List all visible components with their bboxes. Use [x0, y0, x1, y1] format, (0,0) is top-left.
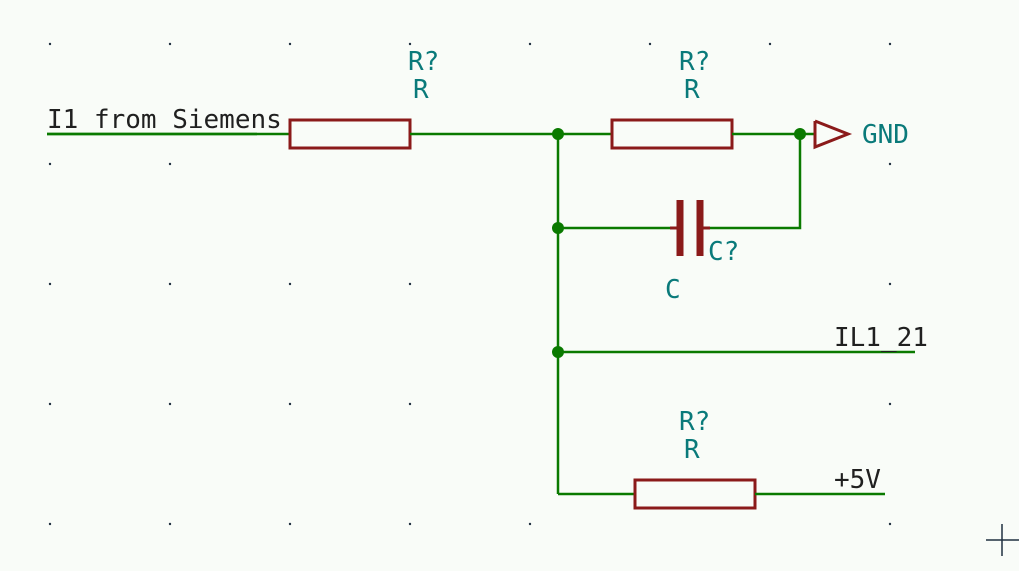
gnd-label: GND [862, 120, 909, 150]
c1-ref: C? [708, 237, 739, 267]
gnd-symbol[interactable]: GND [800, 120, 909, 150]
c1-value: C [665, 275, 681, 305]
net-label-input[interactable]: I1_from_Siemens [47, 105, 282, 135]
capacitor-c1[interactable]: C? C [665, 200, 739, 305]
origin-marker [986, 524, 1019, 556]
net-label-power[interactable]: +5V [830, 465, 885, 495]
resistor-r2[interactable]: R? R [612, 47, 732, 148]
r1-value: R [413, 75, 429, 105]
resistor-r3[interactable]: R? R [635, 407, 755, 508]
net-label-power-text: +5V [834, 465, 881, 495]
r2-value: R [684, 75, 700, 105]
net-label-output-text: IL1_21 [834, 323, 928, 353]
net-label-input-text: I1_from_Siemens [47, 105, 282, 135]
r3-value: R [684, 435, 700, 465]
r2-ref: R? [679, 47, 710, 77]
r3-ref: R? [679, 407, 710, 437]
net-label-output[interactable]: IL1_21 [830, 323, 928, 353]
r1-ref: R? [408, 47, 439, 77]
